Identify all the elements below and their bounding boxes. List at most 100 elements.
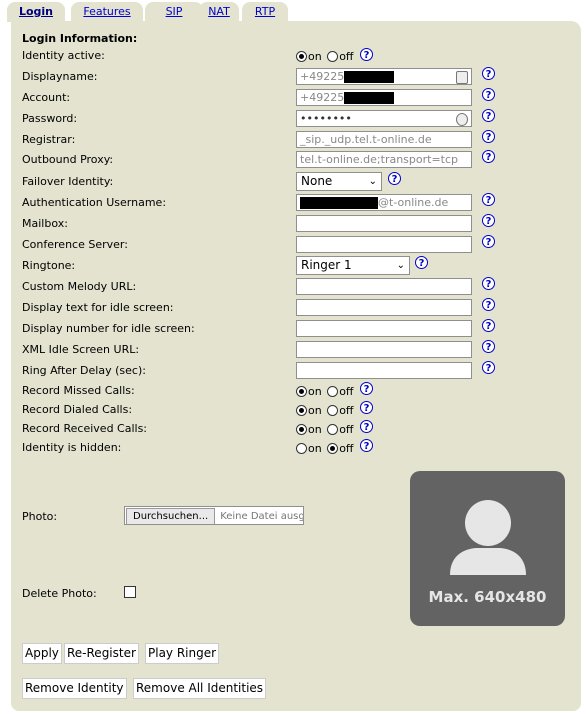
help-icon[interactable]: ?	[360, 439, 373, 452]
ringtone-value: Ringer 1	[301, 258, 352, 272]
help-icon[interactable]: ?	[388, 172, 401, 185]
delete-photo-checkbox[interactable]	[124, 586, 136, 598]
record-received-label: Record Received Calls:	[22, 422, 148, 435]
displayname-label: Displayname:	[22, 70, 98, 83]
identity-hidden-label: Identity is hidden:	[22, 441, 122, 454]
failover-identity-select[interactable]: None ⌄	[296, 172, 382, 191]
help-icon[interactable]: ?	[482, 298, 495, 311]
help-icon[interactable]: ?	[482, 88, 495, 101]
identity-hidden-on-radio[interactable]	[296, 442, 307, 454]
custom-melody-url-label: Custom Melody URL:	[22, 280, 137, 293]
tab-nat[interactable]: NAT	[199, 2, 239, 22]
radio-on-label: on	[308, 441, 322, 455]
displayname-value: +49225	[300, 70, 345, 83]
registrar-label: Registrar:	[22, 133, 76, 146]
help-icon[interactable]: ?	[482, 340, 495, 353]
password-input[interactable]: ••••••••	[296, 110, 472, 127]
photo-size-hint: Max. 640x480	[428, 588, 547, 606]
record-dialed-off-radio[interactable]	[327, 404, 339, 416]
redacted-block	[344, 92, 395, 104]
password-label: Password:	[22, 112, 78, 125]
tab-features[interactable]: Features	[71, 2, 143, 22]
password-value: ••••••••	[300, 112, 352, 125]
help-icon[interactable]: ?	[482, 67, 495, 80]
identity-hidden-off-radio[interactable]	[327, 442, 339, 454]
help-icon[interactable]: ?	[482, 109, 495, 122]
custom-melody-url-input[interactable]	[296, 278, 472, 295]
apply-button[interactable]: Apply	[22, 643, 62, 664]
record-missed-radio-group: on off	[296, 384, 356, 398]
delete-photo-label: Delete Photo:	[22, 587, 97, 600]
play-ringer-button[interactable]: Play Ringer	[145, 643, 220, 664]
radio-on-label: on	[308, 403, 322, 417]
record-missed-on-radio[interactable]	[296, 385, 307, 397]
xml-idle-url-label: XML Idle Screen URL:	[22, 343, 140, 356]
ring-after-delay-input[interactable]	[296, 362, 472, 379]
help-icon[interactable]: ?	[482, 277, 495, 290]
record-missed-off-radio[interactable]	[327, 385, 339, 397]
section-heading: Login Information:	[22, 32, 138, 45]
radio-on-label: on	[308, 49, 322, 63]
radio-off-label: off	[339, 384, 354, 398]
auth-username-value: @t-online.de	[378, 196, 449, 209]
account-input[interactable]: +49225	[296, 89, 472, 106]
identity-active-on-radio[interactable]	[296, 50, 307, 62]
idle-number-input[interactable]	[296, 320, 472, 337]
help-icon[interactable]: ?	[482, 319, 495, 332]
help-icon[interactable]: ?	[482, 130, 495, 143]
help-icon[interactable]: ?	[415, 256, 428, 269]
record-received-on-radio[interactable]	[296, 423, 307, 435]
conference-server-input[interactable]	[296, 236, 472, 253]
help-icon[interactable]: ?	[482, 150, 495, 163]
auth-username-input[interactable]: @t-online.de	[296, 194, 472, 211]
conference-server-label: Conference Server:	[22, 238, 128, 251]
remove-identity-button[interactable]: Remove Identity	[22, 678, 127, 699]
record-dialed-radio-group: on off	[296, 403, 356, 417]
tab-sip[interactable]: SIP	[145, 2, 203, 22]
ringtone-select[interactable]: Ringer 1 ⌄	[296, 256, 410, 275]
ringtone-label: Ringtone:	[22, 259, 76, 272]
chevron-down-icon: ⌄	[368, 176, 377, 187]
auth-username-label: Authentication Username:	[22, 196, 167, 209]
radio-on-label: on	[308, 422, 322, 436]
idle-text-input[interactable]	[296, 299, 472, 316]
registrar-input[interactable]: _sip._udp.tel.t-online.de	[296, 131, 472, 148]
mailbox-input[interactable]	[296, 215, 472, 232]
tab-rtp[interactable]: RTP	[242, 2, 288, 22]
file-status-text: Keine Datei ausgewählt.	[220, 511, 303, 522]
help-icon[interactable]: ?	[482, 361, 495, 374]
help-icon[interactable]: ?	[360, 401, 373, 414]
photo-preview: Max. 640x480	[410, 471, 565, 626]
remove-all-identities-button[interactable]: Remove All Identities	[133, 678, 267, 699]
ring-after-delay-label: Ring After Delay (sec):	[22, 364, 146, 377]
tab-login[interactable]: Login	[7, 2, 65, 22]
record-dialed-on-radio[interactable]	[296, 404, 307, 416]
identity-active-label: Identity active:	[22, 49, 105, 62]
help-icon[interactable]: ?	[360, 420, 373, 433]
help-icon[interactable]: ?	[360, 382, 373, 395]
outbound-proxy-input[interactable]: tel.t-online.de;transport=tcp	[296, 151, 472, 168]
help-icon[interactable]: ?	[360, 48, 373, 61]
photo-file-input[interactable]: Durchsuchen... Keine Datei ausgewählt.	[124, 506, 304, 525]
browse-button[interactable]: Durchsuchen...	[126, 508, 216, 524]
account-value: +49225	[300, 91, 345, 104]
displayname-input[interactable]: +49225	[296, 68, 472, 85]
contact-card-icon	[456, 71, 468, 84]
identity-active-off-radio[interactable]	[327, 50, 339, 62]
account-label: Account:	[22, 91, 71, 104]
xml-idle-url-input[interactable]	[296, 341, 472, 358]
radio-off-label: off	[339, 49, 354, 63]
failover-identity-label: Failover Identity:	[22, 175, 114, 188]
help-icon[interactable]: ?	[482, 214, 495, 227]
radio-on-label: on	[308, 384, 322, 398]
failover-identity-value: None	[301, 174, 333, 188]
radio-off-label: off	[339, 441, 354, 455]
outbound-proxy-label: Outbound Proxy:	[22, 153, 114, 166]
idle-text-label: Display text for idle screen:	[22, 301, 174, 314]
re-register-button[interactable]: Re-Register	[64, 643, 139, 664]
record-received-off-radio[interactable]	[327, 423, 339, 435]
help-icon[interactable]: ?	[482, 235, 495, 248]
help-icon[interactable]: ?	[482, 193, 495, 206]
identity-active-radio-group: on off	[296, 49, 356, 63]
password-key-icon	[456, 113, 468, 126]
